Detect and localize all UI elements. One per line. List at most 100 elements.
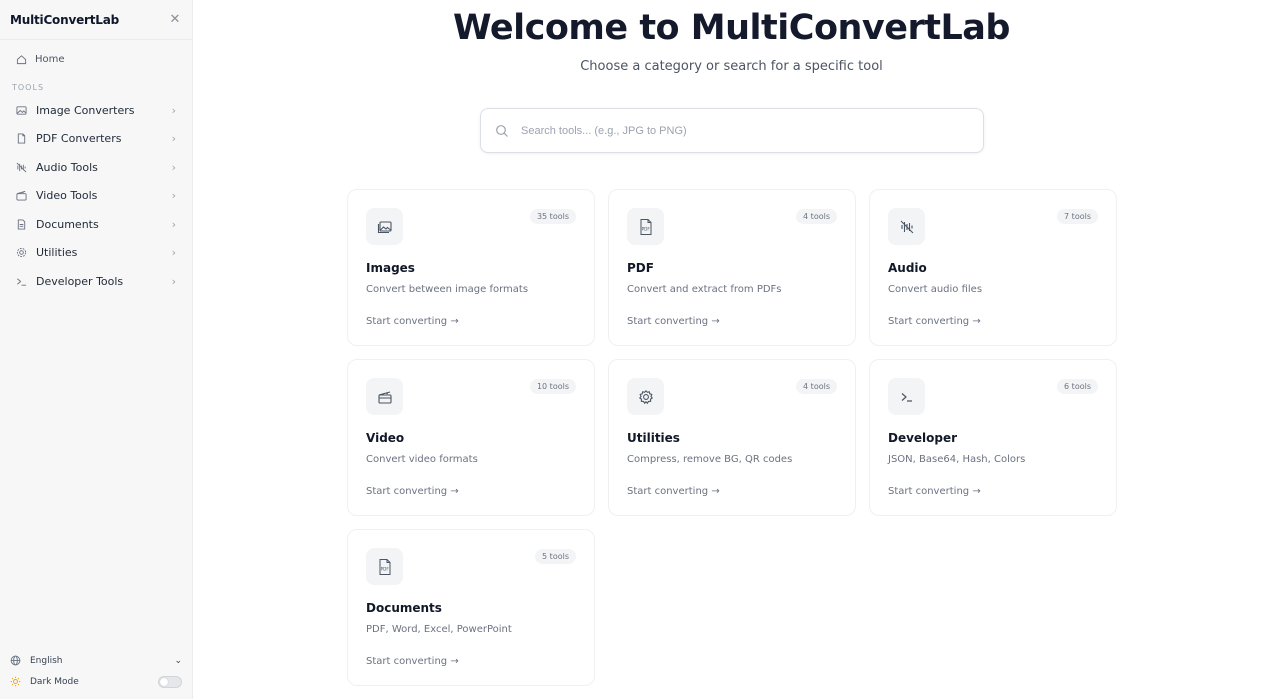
card-description: Convert and extract from PDFs bbox=[627, 284, 782, 295]
sidebar-item-home[interactable]: Home bbox=[0, 40, 192, 78]
gear-icon bbox=[16, 247, 27, 258]
category-card-developer[interactable]: 6 tools Developer JSON, Base64, Hash, Co… bbox=[869, 359, 1117, 516]
sidebar-item-pdf-converters[interactable]: PDF Converters › bbox=[0, 125, 192, 154]
category-card-images[interactable]: 35 tools Images Convert between image fo… bbox=[347, 189, 595, 346]
tools-section-label: TOOLS bbox=[12, 83, 45, 92]
cta-label: Start converting bbox=[366, 316, 448, 327]
sidebar-item-label: Image Converters bbox=[36, 103, 135, 117]
category-card-documents[interactable]: PDF 5 tools Documents PDF, Word, Excel, … bbox=[347, 529, 595, 686]
sidebar-item-label: Utilities bbox=[36, 246, 78, 260]
svg-text:PDF: PDF bbox=[380, 566, 389, 571]
sidebar-item-video-tools[interactable]: Video Tools › bbox=[0, 182, 192, 211]
sidebar-item-utilities[interactable]: Utilities › bbox=[0, 239, 192, 268]
card-title: Video bbox=[366, 431, 405, 445]
sidebar-item-label: Documents bbox=[36, 217, 99, 231]
tool-count-badge: 5 tools bbox=[535, 549, 576, 564]
sidebar-item-documents[interactable]: Documents › bbox=[0, 210, 192, 239]
search-icon bbox=[495, 124, 509, 138]
pdf-icon: PDF bbox=[627, 208, 664, 245]
video-icon bbox=[366, 378, 403, 415]
arrow-right-icon: → bbox=[450, 486, 459, 497]
sidebar-item-image-converters[interactable]: Image Converters › bbox=[0, 96, 192, 125]
cta-label: Start converting bbox=[888, 486, 970, 497]
tool-count-badge: 10 tools bbox=[529, 379, 576, 394]
card-description: Convert audio files bbox=[888, 284, 983, 295]
cta-label: Start converting bbox=[627, 486, 709, 497]
card-title: Documents bbox=[366, 601, 442, 615]
sidebar-item-label: Developer Tools bbox=[36, 274, 124, 288]
card-title: Images bbox=[366, 261, 415, 275]
start-converting-link[interactable]: Start converting → bbox=[627, 316, 720, 327]
svg-text:PDF: PDF bbox=[641, 226, 650, 231]
sun-icon bbox=[10, 676, 21, 687]
audio-icon bbox=[888, 208, 925, 245]
image-icon bbox=[366, 208, 403, 245]
card-description: JSON, Base64, Hash, Colors bbox=[888, 454, 1026, 465]
sidebar-header: MultiConvertLab ✕ bbox=[0, 0, 192, 40]
cta-label: Start converting bbox=[366, 486, 448, 497]
video-icon bbox=[16, 190, 27, 201]
language-select[interactable]: English ⌄ bbox=[0, 650, 192, 671]
arrow-right-icon: → bbox=[450, 656, 459, 667]
sidebar-item-developer-tools[interactable]: Developer Tools › bbox=[0, 267, 192, 296]
search-input[interactable] bbox=[521, 124, 941, 137]
globe-icon bbox=[10, 655, 21, 666]
cta-label: Start converting bbox=[366, 656, 448, 667]
arrow-right-icon: → bbox=[972, 486, 981, 497]
card-description: Convert video formats bbox=[366, 454, 478, 465]
sidebar-footer: English ⌄ Dark Mode bbox=[0, 650, 192, 699]
start-converting-link[interactable]: Start converting → bbox=[888, 316, 981, 327]
sidebar-item-label: PDF Converters bbox=[36, 132, 122, 146]
tool-count-badge: 6 tools bbox=[1057, 379, 1098, 394]
close-icon[interactable]: ✕ bbox=[168, 12, 182, 27]
arrow-right-icon: → bbox=[711, 316, 720, 327]
sidebar-item-label: Home bbox=[35, 53, 65, 65]
tool-count-badge: 4 tools bbox=[796, 209, 837, 224]
app-logo[interactable]: MultiConvertLab bbox=[10, 13, 119, 27]
chevron-right-icon: › bbox=[171, 217, 176, 231]
category-card-utilities[interactable]: 4 tools Utilities Compress, remove BG, Q… bbox=[608, 359, 856, 516]
arrow-right-icon: → bbox=[711, 486, 720, 497]
category-card-audio[interactable]: 7 tools Audio Convert audio files Start … bbox=[869, 189, 1117, 346]
sidebar-item-label: Video Tools bbox=[36, 189, 98, 203]
chevron-down-icon: ⌄ bbox=[174, 655, 182, 666]
sidebar-item-audio-tools[interactable]: Audio Tools › bbox=[0, 153, 192, 182]
main-content: Welcome to MultiConvertLab Choose a cate… bbox=[193, 0, 1270, 699]
chevron-right-icon: › bbox=[171, 246, 176, 260]
card-title: PDF bbox=[627, 261, 654, 275]
start-converting-link[interactable]: Start converting → bbox=[366, 486, 459, 497]
gear-icon bbox=[627, 378, 664, 415]
image-icon bbox=[16, 105, 27, 116]
language-label: English bbox=[30, 655, 63, 666]
sidebar: MultiConvertLab ✕ Home TOOLS Image Conve… bbox=[0, 0, 193, 699]
chevron-right-icon: › bbox=[171, 103, 176, 117]
cta-label: Start converting bbox=[627, 316, 709, 327]
card-description: Compress, remove BG, QR codes bbox=[627, 454, 793, 465]
card-title: Developer bbox=[888, 431, 958, 445]
card-description: PDF, Word, Excel, PowerPoint bbox=[366, 624, 512, 635]
tool-count-badge: 4 tools bbox=[796, 379, 837, 394]
tool-count-badge: 35 tools bbox=[529, 209, 576, 224]
start-converting-link[interactable]: Start converting → bbox=[366, 316, 459, 327]
dark-mode-toggle[interactable] bbox=[158, 675, 182, 688]
card-title: Audio bbox=[888, 261, 927, 275]
card-description: Convert between image formats bbox=[366, 284, 529, 295]
arrow-right-icon: → bbox=[450, 316, 459, 327]
start-converting-link[interactable]: Start converting → bbox=[366, 656, 459, 667]
pdf-icon: PDF bbox=[366, 548, 403, 585]
category-card-video[interactable]: 10 tools Video Convert video formats Sta… bbox=[347, 359, 595, 516]
audio-icon bbox=[16, 162, 27, 173]
start-converting-link[interactable]: Start converting → bbox=[888, 486, 981, 497]
tool-count-badge: 7 tools bbox=[1057, 209, 1098, 224]
terminal-icon bbox=[16, 276, 27, 287]
chevron-right-icon: › bbox=[171, 189, 176, 203]
dark-mode-row: Dark Mode bbox=[0, 671, 192, 692]
page-title: Welcome to MultiConvertLab bbox=[453, 8, 1010, 48]
start-converting-link[interactable]: Start converting → bbox=[627, 486, 720, 497]
page-subtitle: Choose a category or search for a specif… bbox=[580, 59, 883, 74]
category-card-pdf[interactable]: PDF 4 tools PDF Convert and extract from… bbox=[608, 189, 856, 346]
sidebar-item-label: Audio Tools bbox=[36, 160, 98, 174]
chevron-right-icon: › bbox=[171, 274, 176, 288]
card-title: Utilities bbox=[627, 431, 680, 445]
terminal-icon bbox=[888, 378, 925, 415]
